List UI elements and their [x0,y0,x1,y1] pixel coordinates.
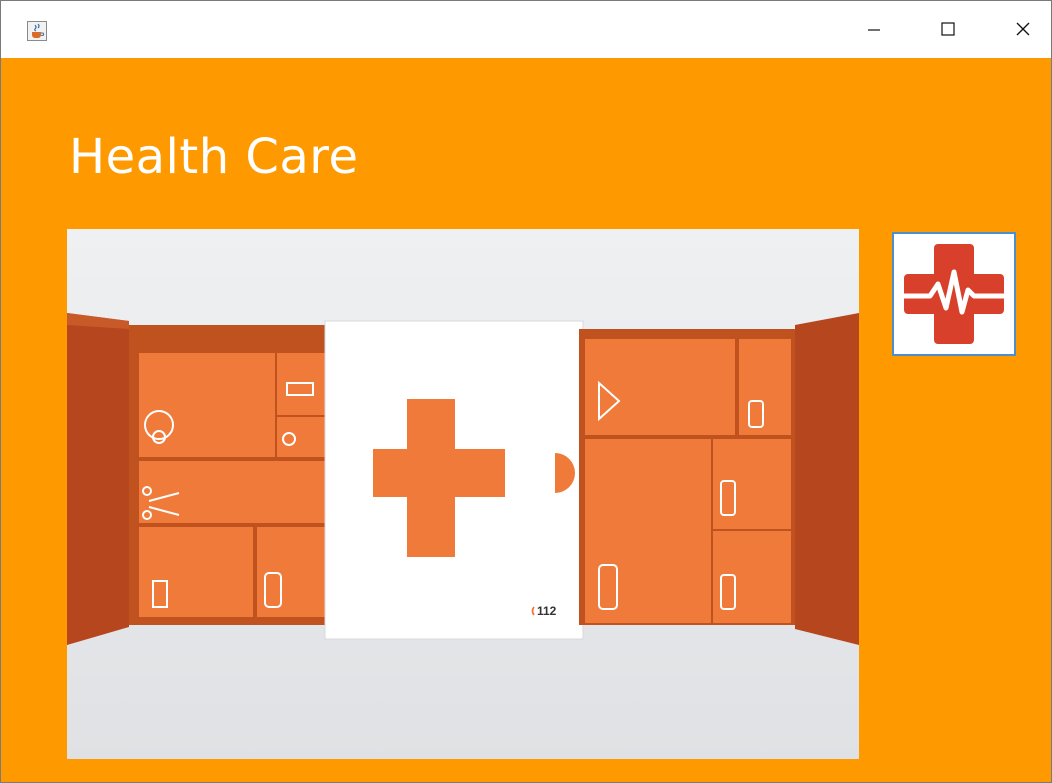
emergency-number-label: 112 [537,604,557,618]
close-button[interactable] [1001,9,1045,49]
app-window: Health Care 112 [0,0,1052,783]
minimize-icon [868,29,880,31]
close-icon [1016,22,1030,36]
maximize-button[interactable] [926,9,970,49]
minimize-button[interactable] [852,9,896,49]
title-bar[interactable] [1,1,1051,58]
first-aid-kit-photo: 112 [67,229,859,759]
maximize-icon [941,22,955,36]
page-title: Health Care [69,129,359,185]
java-coffee-cup-icon[interactable] [27,21,47,41]
medical-cross-heartbeat-icon [899,244,1009,344]
medical-logo-button[interactable] [892,232,1016,356]
